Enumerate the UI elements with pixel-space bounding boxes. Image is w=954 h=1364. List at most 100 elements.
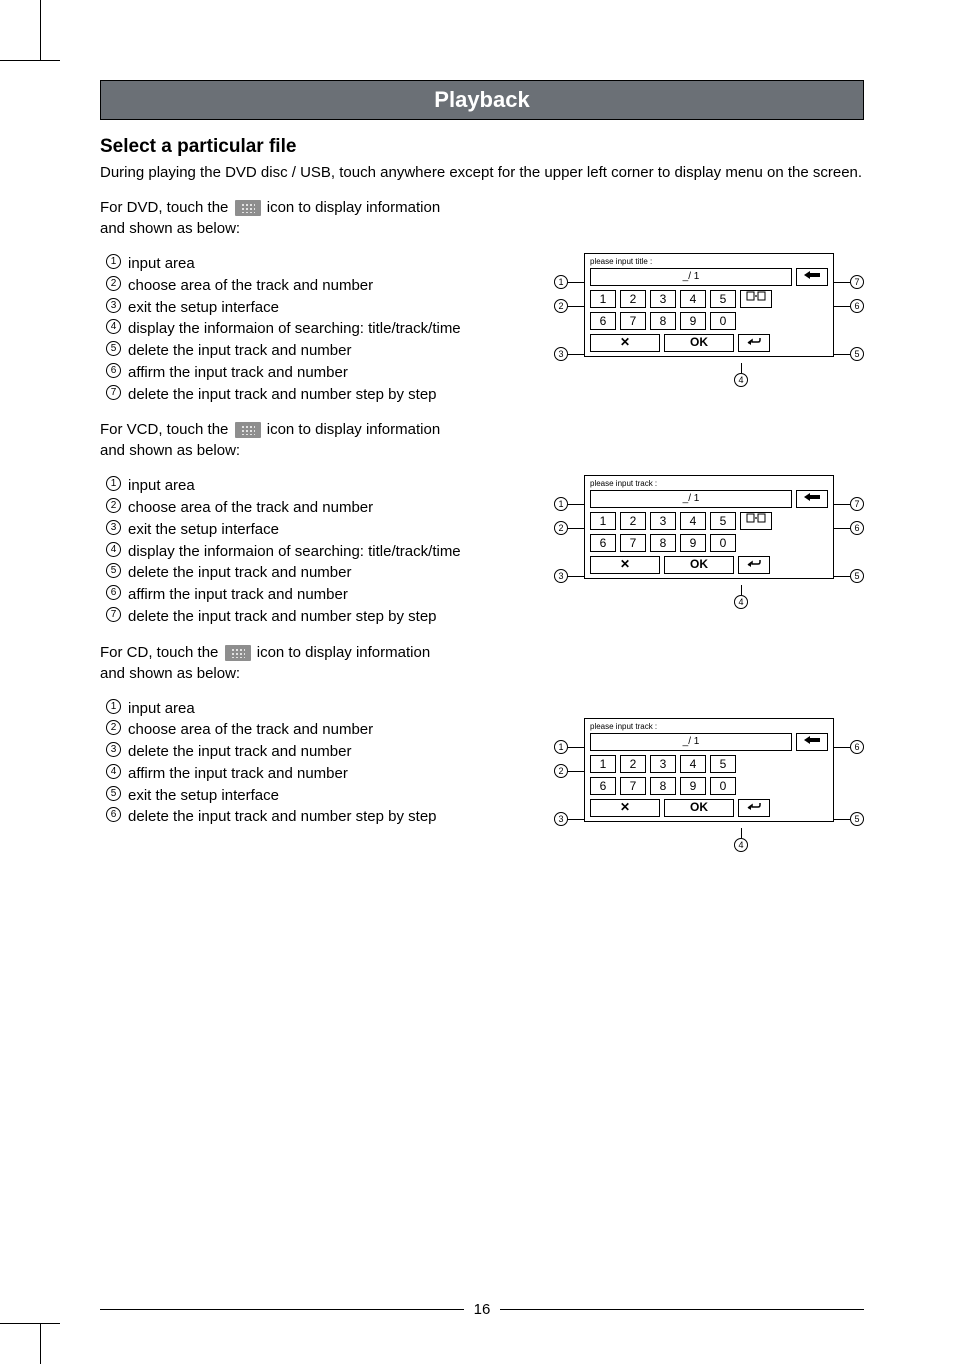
callout: 6 — [850, 740, 864, 754]
list-item: exit the setup interface — [128, 787, 279, 804]
keypad-key[interactable]: 8 — [650, 777, 676, 795]
callout: 2 — [554, 521, 568, 535]
keypad-key[interactable]: 4 — [680, 290, 706, 308]
backspace-button[interactable] — [796, 733, 828, 751]
list-item: delete the input track and number step b… — [128, 608, 437, 625]
mode-toggle-button[interactable] — [740, 290, 772, 308]
cd-diagram: please input track : _/ 1 1 2 3 4 5 6 — [554, 718, 864, 822]
callout: 3 — [554, 569, 568, 583]
dvd-lead-pre: For DVD, touch the — [100, 199, 228, 216]
dvd-lead-post: icon to display information — [267, 199, 440, 216]
backspace-button[interactable] — [796, 268, 828, 286]
list-item: choose area of the track and number — [128, 721, 373, 738]
list-item: exit the setup interface — [128, 299, 279, 316]
cd-lead: For CD, touch the icon to display inform… — [100, 642, 864, 684]
list-item: display the informaion of searching: tit… — [128, 543, 461, 560]
callout: 7 — [850, 497, 864, 511]
list-item: choose area of the track and number — [128, 277, 373, 294]
vcd-lead-post: icon to display information — [267, 421, 440, 438]
keypad-key[interactable]: 2 — [620, 755, 646, 773]
cd-lead-pre: For CD, touch the — [100, 644, 218, 661]
input-area[interactable]: _/ 1 — [590, 268, 792, 286]
callout: 2 — [554, 764, 568, 778]
cd-lead-post: icon to display information — [257, 644, 430, 661]
list-item: input area — [128, 255, 195, 272]
keypad-key[interactable]: 6 — [590, 777, 616, 795]
callout: 1 — [554, 497, 568, 511]
list-item: delete the input track and number — [128, 342, 351, 359]
callout: 4 — [734, 373, 748, 387]
keypad-key[interactable]: 4 — [680, 512, 706, 530]
list-item: delete the input track and number step b… — [128, 386, 437, 403]
keypad-key[interactable]: 0 — [710, 312, 736, 330]
callout: 2 — [554, 299, 568, 313]
vcd-lead-pre: For VCD, touch the — [100, 421, 228, 438]
keypad-key[interactable]: 3 — [650, 755, 676, 773]
callout: 4 — [734, 838, 748, 852]
panel-title: please input track : — [585, 476, 833, 490]
ok-button[interactable]: OK — [664, 556, 734, 574]
keypad-key[interactable]: 5 — [710, 290, 736, 308]
keypad-key[interactable]: 0 — [710, 777, 736, 795]
vcd-list: 1input area 2choose area of the track an… — [100, 475, 544, 627]
input-area[interactable]: _/ 1 — [590, 733, 792, 751]
dvd-lead-tail: and shown as below: — [100, 220, 240, 237]
keypad-key[interactable]: 7 — [620, 777, 646, 795]
mode-toggle-button[interactable] — [740, 512, 772, 530]
list-item: choose area of the track and number — [128, 499, 373, 516]
keypad-key[interactable]: 8 — [650, 534, 676, 552]
grid-icon — [225, 645, 251, 661]
return-button[interactable] — [738, 334, 770, 352]
keypad-key[interactable]: 5 — [710, 512, 736, 530]
intro-text: During playing the DVD disc / USB, touch… — [100, 162, 864, 183]
list-item: affirm the input track and number — [128, 765, 348, 782]
keypad-key[interactable]: 2 — [620, 512, 646, 530]
list-item: input area — [128, 700, 195, 717]
section-title: Select a particular file — [100, 136, 864, 158]
cd-lead-tail: and shown as below: — [100, 665, 240, 682]
keypad-key[interactable]: 6 — [590, 312, 616, 330]
return-button[interactable] — [738, 799, 770, 817]
keypad-key[interactable]: 2 — [620, 290, 646, 308]
callout: 1 — [554, 275, 568, 289]
keypad-key[interactable]: 1 — [590, 512, 616, 530]
keypad-key[interactable]: 0 — [710, 534, 736, 552]
keypad-key[interactable]: 7 — [620, 312, 646, 330]
keypad-key[interactable]: 7 — [620, 534, 646, 552]
list-item: input area — [128, 477, 195, 494]
keypad-key[interactable]: 9 — [680, 534, 706, 552]
ok-button[interactable]: OK — [664, 334, 734, 352]
vcd-lead: For VCD, touch the icon to display infor… — [100, 419, 864, 461]
keypad-key[interactable]: 1 — [590, 755, 616, 773]
input-area[interactable]: _/ 1 — [590, 490, 792, 508]
cancel-button[interactable]: ✕ — [590, 799, 660, 817]
callout: 7 — [850, 275, 864, 289]
keypad-key[interactable]: 1 — [590, 290, 616, 308]
panel-title: please input track : — [585, 719, 833, 733]
keypad-key[interactable]: 4 — [680, 755, 706, 773]
ok-button[interactable]: OK — [664, 799, 734, 817]
callout: 1 — [554, 740, 568, 754]
list-item: delete the input track and number — [128, 564, 351, 581]
keypad-key[interactable]: 3 — [650, 290, 676, 308]
cancel-button[interactable]: ✕ — [590, 556, 660, 574]
list-item: exit the setup interface — [128, 521, 279, 538]
keypad-key[interactable]: 9 — [680, 312, 706, 330]
keypad-key[interactable]: 8 — [650, 312, 676, 330]
return-button[interactable] — [738, 556, 770, 574]
list-item: affirm the input track and number — [128, 364, 348, 381]
cancel-button[interactable]: ✕ — [590, 334, 660, 352]
backspace-button[interactable] — [796, 490, 828, 508]
callout: 5 — [850, 347, 864, 361]
grid-icon — [235, 422, 261, 438]
keypad-key[interactable]: 9 — [680, 777, 706, 795]
callout: 3 — [554, 812, 568, 826]
keypad-key[interactable]: 3 — [650, 512, 676, 530]
page-number: 16 — [474, 1301, 491, 1318]
callout: 5 — [850, 569, 864, 583]
keypad-key[interactable]: 6 — [590, 534, 616, 552]
list-item: display the informaion of searching: tit… — [128, 320, 461, 337]
grid-icon — [235, 200, 261, 216]
keypad-key[interactable]: 5 — [710, 755, 736, 773]
callout: 6 — [850, 521, 864, 535]
